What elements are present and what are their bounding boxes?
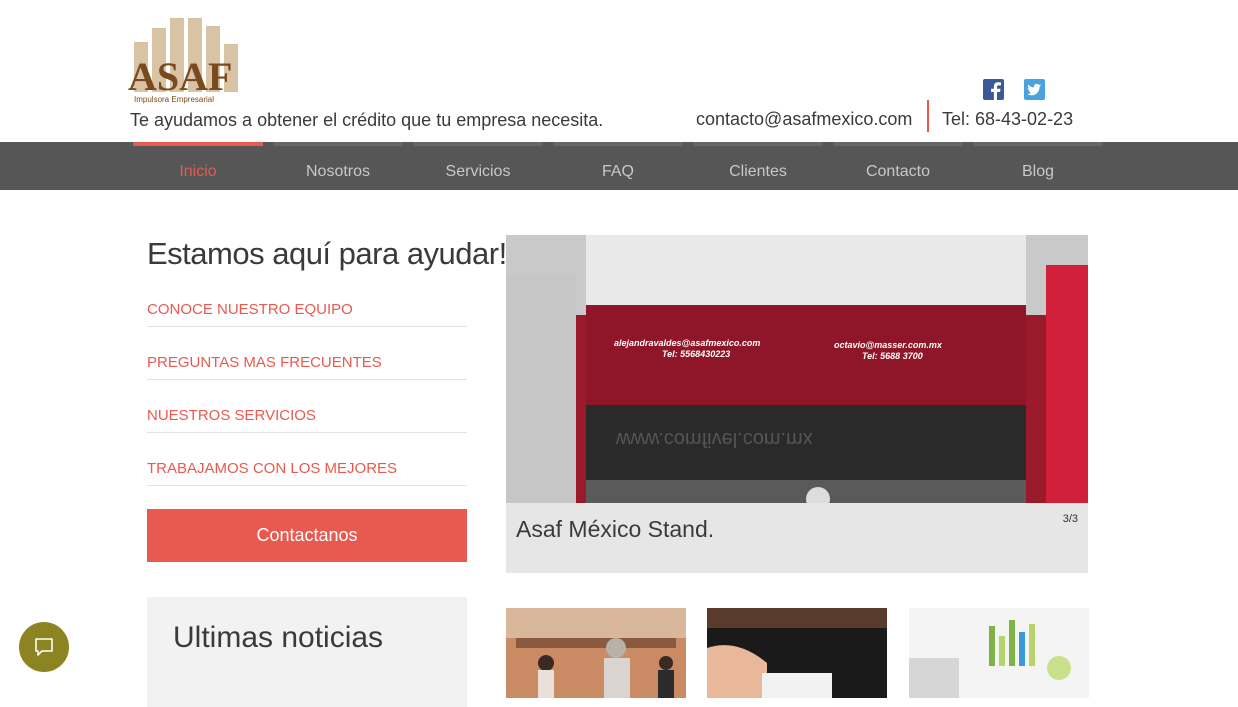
facebook-icon[interactable]: [983, 79, 1004, 100]
nav-item-clientes[interactable]: Clientes: [693, 163, 823, 181]
tagline: Te ayudamos a obtener el crédito que tu …: [130, 110, 604, 130]
nav-item-inicio[interactable]: Inicio: [133, 163, 263, 181]
nav-indicator-active: [133, 142, 263, 146]
nav-indicator: [833, 142, 963, 146]
nav-item-faq[interactable]: FAQ: [553, 163, 683, 181]
nav-indicator: [973, 142, 1103, 146]
news-thumbnail-handshake[interactable]: [707, 608, 887, 698]
slide-email-right: octavio@masser.com.mx: [834, 340, 943, 350]
nav-indicator: [273, 142, 403, 146]
news-thumbnail-office[interactable]: [506, 608, 686, 698]
chat-icon: [35, 638, 53, 656]
slide-image: alejandravaldes@asafmexico.com Tel: 5568…: [506, 235, 1088, 503]
slide-tel-left: Tel: 5568430223: [662, 349, 730, 359]
link-conoce-equipo[interactable]: CONOCE NUESTRO EQUIPO: [147, 301, 467, 327]
chat-button[interactable]: [19, 622, 69, 672]
nav-item-blog[interactable]: Blog: [973, 163, 1103, 181]
help-title: Estamos aquí para ayudar!: [147, 236, 507, 271]
slide-tel-right: Tel: 5688 3700: [862, 351, 923, 361]
nav-indicator: [413, 142, 543, 146]
contact-phone[interactable]: Tel: 68-43-02-23: [942, 109, 1073, 130]
link-nuestros-servicios[interactable]: NUESTROS SERVICIOS: [147, 407, 467, 433]
news-title: Ultimas noticias: [173, 621, 384, 654]
contact-email[interactable]: contacto@asafmexico.com: [696, 109, 912, 130]
nav-indicator: [693, 142, 823, 146]
slide-email-left: alejandravaldes@asafmexico.com: [614, 338, 760, 348]
nav-item-servicios[interactable]: Servicios: [413, 163, 543, 181]
nav-item-contacto[interactable]: Contacto: [833, 163, 963, 181]
asaf-logo[interactable]: ASAF Impulsora Empresarial: [128, 18, 248, 106]
contactanos-button[interactable]: Contactanos: [147, 509, 467, 562]
twitter-icon[interactable]: [1024, 79, 1045, 100]
slide-counter: 3/3: [1062, 513, 1078, 525]
link-preguntas-frecuentes[interactable]: PREGUNTAS MAS FRECUENTES: [147, 354, 467, 380]
image-slider[interactable]: alejandravaldes@asafmexico.com Tel: 5568…: [506, 235, 1088, 573]
header-divider: [927, 100, 929, 132]
logo-text: ASAF: [128, 54, 232, 99]
slide-caption: Asaf México Stand.: [516, 516, 715, 542]
slide-reflection-text: www.comfivel.com.mx: [615, 428, 813, 450]
news-box: Ultimas noticias: [147, 597, 467, 707]
link-trabajamos-mejores[interactable]: TRABAJAMOS CON LOS MEJORES: [147, 460, 467, 486]
nav-item-nosotros[interactable]: Nosotros: [273, 163, 403, 181]
news-thumbnail-charts[interactable]: [909, 608, 1089, 698]
nav-indicator: [553, 142, 683, 146]
logo-subtext: Impulsora Empresarial: [134, 95, 214, 104]
